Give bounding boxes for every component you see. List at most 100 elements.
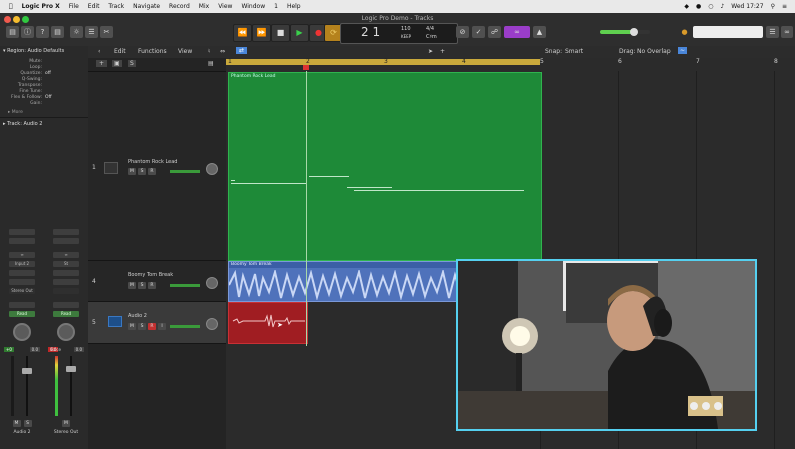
- input-slot[interactable]: Input 2: [9, 261, 35, 267]
- automation-read-button[interactable]: Read: [53, 311, 79, 317]
- midi-icon[interactable]: ♮: [208, 48, 210, 55]
- catch-icon[interactable]: ⇄: [236, 47, 248, 54]
- link-icon[interactable]: ∞: [53, 252, 79, 258]
- mixer-icon[interactable]: ☰: [85, 26, 98, 38]
- track-name[interactable]: Phantom Rock Lead: [128, 159, 177, 165]
- menu-edit[interactable]: Edit: [88, 3, 100, 10]
- track-header-audio-2[interactable]: 5 Audio 2 M S R I: [88, 302, 226, 344]
- mute-button[interactable]: M: [12, 420, 21, 427]
- automation-read-button[interactable]: Read: [9, 311, 35, 317]
- loop-browser-icon[interactable]: ∞: [781, 26, 793, 38]
- notes-icon[interactable]: ☰: [766, 26, 779, 38]
- global-solo-icon[interactable]: S: [128, 60, 136, 67]
- eq-slot[interactable]: [9, 238, 35, 244]
- volume-fader[interactable]: [66, 366, 76, 372]
- notification-icon[interactable]: ●: [696, 3, 701, 10]
- mute-button[interactable]: M: [128, 282, 136, 289]
- drag-select[interactable]: No Overlap: [637, 48, 671, 55]
- bar-ruler[interactable]: 1 2 3 4 5 6 7 8: [226, 58, 795, 72]
- play-icon[interactable]: ▶: [290, 24, 309, 42]
- mute-button[interactable]: M: [62, 420, 70, 427]
- menu-navigate[interactable]: Navigate: [133, 3, 160, 10]
- track-list-icon[interactable]: ▤: [208, 60, 214, 67]
- output-slot[interactable]: Stereo Out: [9, 288, 35, 294]
- audio-fx-slot[interactable]: [9, 270, 35, 276]
- menu-help[interactable]: Help: [287, 3, 301, 10]
- view-menu[interactable]: View: [178, 48, 192, 55]
- pencil-tool-icon[interactable]: +: [440, 48, 445, 55]
- forward-icon[interactable]: ⏩: [252, 24, 271, 42]
- smart-controls-icon[interactable]: ☼: [70, 26, 83, 38]
- pointer-tool-icon[interactable]: ➤: [428, 48, 433, 55]
- solo-button[interactable]: S: [23, 420, 32, 427]
- flex-icon[interactable]: ⇔: [220, 48, 225, 55]
- more-toggle[interactable]: ▸ More: [0, 107, 88, 115]
- library-icon[interactable]: ▤: [6, 26, 19, 38]
- volume-icon[interactable]: ♪: [720, 3, 724, 10]
- inspector-region-header[interactable]: ▾ Region: Audio Defaults: [0, 46, 88, 55]
- inspector-track-header[interactable]: ▸ Track: Audio 2: [0, 117, 88, 127]
- menu-1[interactable]: 1: [274, 3, 278, 10]
- help-icon[interactable]: ?: [36, 26, 49, 38]
- disclosure-triangle-icon[interactable]: ▾: [3, 48, 6, 54]
- pan-knob[interactable]: [206, 318, 218, 330]
- wifi-icon[interactable]: ○: [708, 3, 713, 10]
- pan-knob[interactable]: [206, 163, 218, 175]
- send-slot[interactable]: [9, 279, 35, 285]
- list-editor-input[interactable]: [693, 26, 763, 38]
- group-slot[interactable]: [9, 302, 35, 308]
- menu-window[interactable]: Window: [241, 3, 265, 10]
- track-volume-slider[interactable]: [170, 325, 200, 328]
- solo-icon[interactable]: ☍: [488, 26, 501, 38]
- mute-button[interactable]: M: [128, 168, 136, 175]
- solo-button[interactable]: S: [138, 168, 146, 175]
- volume-fader[interactable]: [22, 368, 32, 374]
- stop-icon[interactable]: ■: [271, 24, 290, 42]
- editors-icon[interactable]: ✂: [100, 26, 113, 38]
- output-slot[interactable]: [53, 288, 79, 294]
- functions-menu[interactable]: Functions: [138, 48, 167, 55]
- record-enable-button[interactable]: R: [148, 323, 156, 330]
- track-name[interactable]: Audio 2: [128, 313, 147, 319]
- input-monitor-button[interactable]: I: [158, 323, 166, 330]
- cycle-range[interactable]: [226, 59, 540, 65]
- pan-knob[interactable]: [57, 323, 75, 341]
- track-volume-slider[interactable]: [170, 284, 200, 287]
- pan-knob[interactable]: [13, 323, 31, 341]
- track-name[interactable]: Boomy Tom Break: [128, 272, 173, 278]
- toolbar-icon[interactable]: ▤: [51, 26, 64, 38]
- pan-knob[interactable]: [206, 277, 218, 289]
- inspector-icon[interactable]: ⓘ: [21, 26, 34, 38]
- bounce-label[interactable]: Bnce: [51, 347, 61, 352]
- apple-icon[interactable]: : [9, 3, 13, 10]
- count-in-icon[interactable]: ∞: [504, 26, 530, 38]
- solo-button[interactable]: S: [138, 282, 146, 289]
- add-track-icon[interactable]: +: [96, 60, 108, 67]
- playhead[interactable]: [306, 71, 307, 346]
- record-enable-button[interactable]: R: [148, 168, 156, 175]
- link-icon[interactable]: ∞: [9, 252, 35, 258]
- folder-icon[interactable]: ▣: [112, 60, 122, 67]
- disclosure-triangle-icon[interactable]: ▸: [3, 121, 6, 127]
- menu-list-icon[interactable]: ≡: [782, 3, 787, 10]
- master-volume-slider[interactable]: [600, 28, 650, 36]
- edit-menu[interactable]: Edit: [114, 48, 126, 55]
- input-slot[interactable]: St: [53, 261, 79, 267]
- audio-fx-slot[interactable]: [53, 270, 79, 276]
- midi-region-phantom-rock-lead[interactable]: Phantom Rock Lead: [228, 72, 542, 261]
- menu-file[interactable]: File: [69, 3, 79, 10]
- menu-track[interactable]: Track: [108, 3, 124, 10]
- metronome-icon[interactable]: ▲: [533, 26, 546, 38]
- send-slot[interactable]: [53, 279, 79, 285]
- replace-icon[interactable]: ⊘: [456, 26, 469, 38]
- menu-record[interactable]: Record: [169, 3, 190, 10]
- mute-button[interactable]: M: [128, 323, 136, 330]
- track-header-boomy-tom-break[interactable]: 4 Boomy Tom Break M S R: [88, 261, 226, 302]
- menu-mix[interactable]: Mix: [199, 3, 209, 10]
- search-icon[interactable]: ⚲: [771, 3, 775, 10]
- menu-logic-pro[interactable]: Logic Pro X: [22, 3, 60, 10]
- snap-select[interactable]: Smart: [565, 48, 583, 55]
- dropbox-icon[interactable]: ◆: [684, 3, 689, 10]
- tuner-icon[interactable]: ✓: [472, 26, 485, 38]
- solo-button[interactable]: S: [138, 323, 146, 330]
